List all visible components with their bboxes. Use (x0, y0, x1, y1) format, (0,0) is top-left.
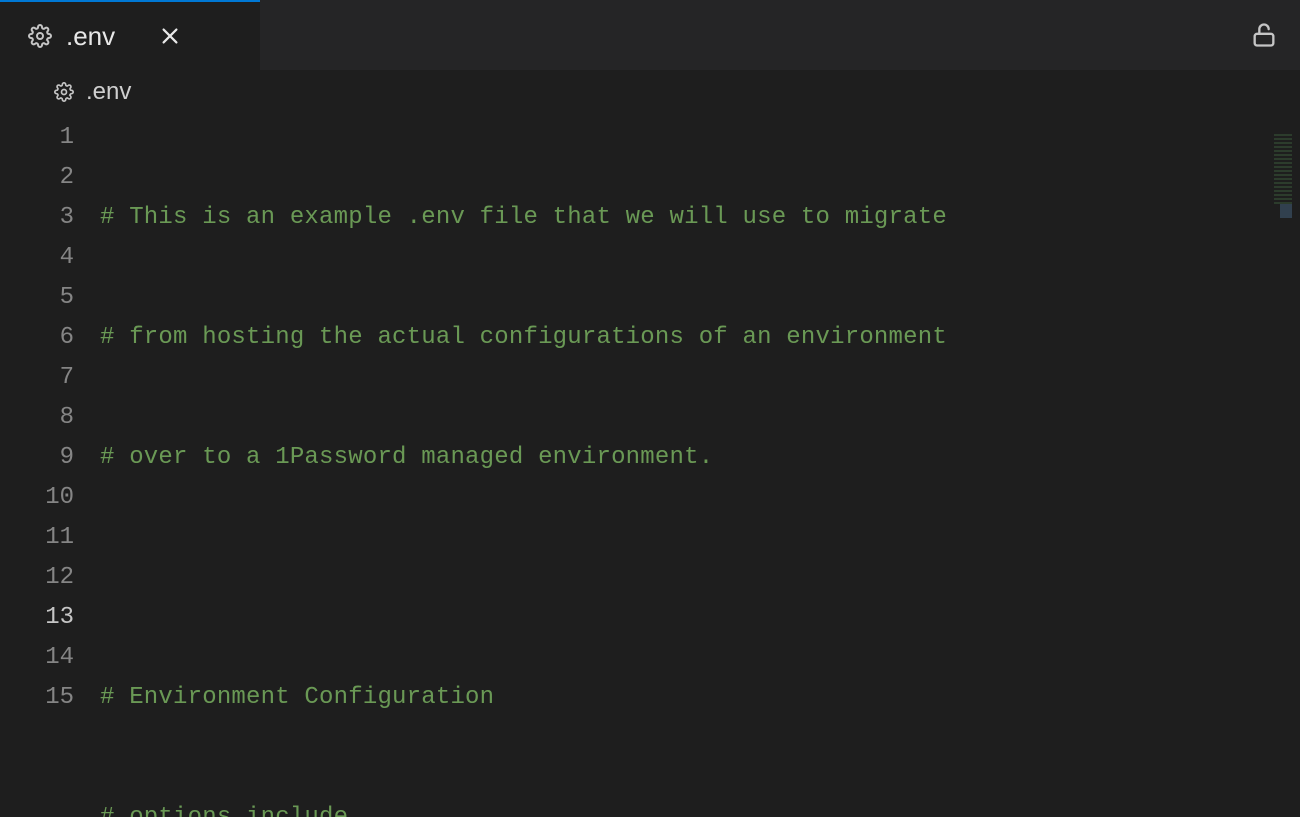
line-number: 12 (0, 558, 74, 598)
editor[interactable]: 1 2 3 4 5 6 7 8 9 10 11 12 13 14 15 # Th… (0, 114, 1300, 817)
comment: # over to a 1Password managed environmen… (100, 438, 713, 478)
code-line[interactable] (100, 558, 1300, 598)
minimap[interactable] (1274, 134, 1292, 204)
gutter: 1 2 3 4 5 6 7 8 9 10 11 12 13 14 15 (0, 118, 100, 817)
minimap[interactable] (1280, 204, 1292, 218)
code-area[interactable]: # This is an example .env file that we w… (100, 118, 1300, 817)
line-number-wrap (0, 718, 74, 758)
gear-icon (28, 24, 52, 48)
unlock-icon[interactable] (1250, 21, 1278, 49)
breadcrumb-filename: .env (86, 78, 131, 106)
code-line[interactable]: # from hosting the actual configurations… (100, 318, 1300, 358)
line-number: 9 (0, 438, 74, 478)
line-number: 13 (0, 598, 74, 638)
line-number: 6 (0, 318, 74, 358)
breadcrumb[interactable]: .env (0, 70, 1300, 114)
comment: # from hosting the actual configurations… (100, 318, 947, 358)
line-number: 4 (0, 238, 74, 278)
code-line[interactable]: # This is an example .env file that we w… (100, 198, 1300, 238)
line-number: 2 (0, 158, 74, 198)
line-number: 11 (0, 518, 74, 558)
comment: # Environment Configuration (100, 678, 494, 718)
line-number: 1 (0, 118, 74, 158)
line-number: 7 (0, 358, 74, 398)
line-number: 8 (0, 398, 74, 438)
comment: # This is an example .env file that we w… (100, 198, 947, 238)
tab-env[interactable]: .env (0, 0, 260, 70)
close-icon[interactable] (159, 25, 181, 47)
line-number: 3 (0, 198, 74, 238)
code-line[interactable]: # Environment Configuration (100, 678, 1300, 718)
gear-icon (54, 82, 74, 102)
line-number: 15 (0, 678, 74, 718)
tabbar-actions (1250, 0, 1300, 70)
tab-label: .env (66, 21, 115, 52)
code-line[interactable]: # options include (100, 798, 1300, 817)
line-number: 14 (0, 638, 74, 678)
line-number: 5 (0, 278, 74, 318)
tab-bar: .env (0, 0, 1300, 70)
code-line[interactable]: # over to a 1Password managed environmen… (100, 438, 1300, 478)
line-number: 10 (0, 478, 74, 518)
comment: # options include (100, 798, 348, 817)
